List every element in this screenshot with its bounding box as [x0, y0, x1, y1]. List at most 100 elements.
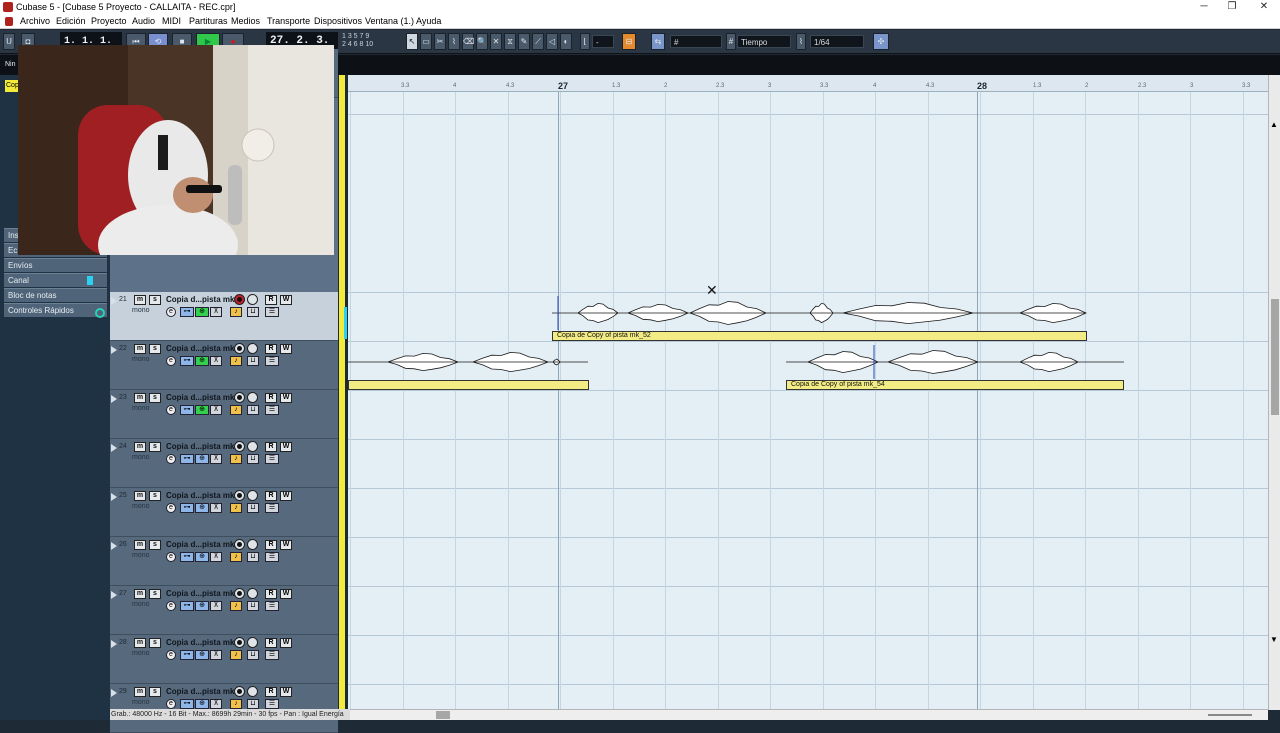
track-expand-icon[interactable]: [111, 542, 117, 550]
track-23[interactable]: 23 m s Copia d...pista mk R W mono e ⊶ ⊕…: [110, 390, 338, 439]
lock-icon[interactable]: ⊔: [247, 454, 259, 464]
time-warp-icon[interactable]: ⧖: [504, 33, 516, 50]
menu-edicion[interactable]: Edición: [56, 16, 86, 26]
maximize-button[interactable]: ❐: [1218, 0, 1246, 14]
edit-channel-button[interactable]: e: [166, 307, 176, 317]
sends-bypass-icon[interactable]: ⊼: [210, 405, 222, 415]
read-automation-button[interactable]: R: [265, 295, 277, 305]
menu-dispositivos[interactable]: Dispositivos: [314, 16, 362, 26]
inserts-bypass-icon[interactable]: ⊶: [180, 552, 194, 562]
track-name[interactable]: Copia d...pista mk: [166, 442, 234, 451]
track-name[interactable]: Copia d...pista mk: [166, 491, 234, 500]
eq-bypass-icon[interactable]: ⊕: [195, 552, 209, 562]
marker-numbers[interactable]: 1 3 5 7 92 4 6 8 10: [342, 33, 373, 49]
musical-mode-icon[interactable]: ♪: [230, 307, 242, 317]
inspector-row-envios[interactable]: Envíos: [4, 258, 107, 272]
scrub-icon[interactable]: ◐: [560, 33, 572, 50]
zoom-in-icon[interactable]: ▲: [1270, 120, 1278, 129]
track-expand-icon[interactable]: [111, 689, 117, 697]
record-enable-button[interactable]: [234, 343, 245, 354]
musical-mode-icon[interactable]: ♪: [230, 356, 242, 366]
record-enable-button[interactable]: [234, 637, 245, 648]
solo-button[interactable]: s: [149, 491, 161, 501]
mute-button[interactable]: m: [134, 540, 146, 550]
snap-to-zero-icon[interactable]: ✣: [873, 33, 889, 50]
track-name[interactable]: Copia d...pista mk: [166, 344, 234, 353]
draw-icon[interactable]: ✎: [518, 33, 530, 50]
inserts-bypass-icon[interactable]: ⊶: [180, 405, 194, 415]
edit-channel-button[interactable]: e: [166, 454, 176, 464]
constrain-icon[interactable]: ᑌ: [3, 33, 15, 50]
track-name[interactable]: Copia d...pista mk: [166, 589, 234, 598]
solo-button[interactable]: s: [149, 638, 161, 648]
track-expand-icon[interactable]: [111, 591, 117, 599]
lock-icon[interactable]: ⊔: [247, 405, 259, 415]
lanes-icon[interactable]: ☰: [265, 356, 279, 366]
inserts-bypass-icon[interactable]: ⊶: [180, 307, 194, 317]
grid-type-dropdown[interactable]: Tiempo: [737, 35, 791, 48]
inserts-bypass-icon[interactable]: ⊶: [180, 650, 194, 660]
track-28[interactable]: 28 m s Copia d...pista mk R W mono e ⊶ ⊕…: [110, 635, 338, 684]
audio-event-label-prev[interactable]: [348, 380, 589, 390]
write-automation-button[interactable]: W: [280, 295, 292, 305]
quick-controls-icon[interactable]: [95, 308, 105, 318]
quantize-icon[interactable]: ⌇: [796, 33, 806, 50]
menu-medios[interactable]: Medios: [231, 16, 260, 26]
write-automation-button[interactable]: W: [280, 540, 292, 550]
mute-button[interactable]: m: [134, 442, 146, 452]
mute-button[interactable]: m: [134, 638, 146, 648]
musical-mode-icon[interactable]: ♪: [230, 699, 242, 709]
sends-bypass-icon[interactable]: ⊼: [210, 699, 222, 709]
lock-icon[interactable]: ⊔: [247, 503, 259, 513]
quantize-dropdown[interactable]: 1/64: [810, 35, 864, 48]
arrange-window[interactable]: Copia de Copy of pista mk_52 Copia de Co…: [348, 92, 1268, 709]
record-enable-button[interactable]: [234, 441, 245, 452]
inserts-bypass-icon[interactable]: ⊶: [180, 699, 194, 709]
track-name[interactable]: Copia d...pista mk: [166, 295, 234, 304]
line-icon[interactable]: ⟋: [532, 33, 544, 50]
solo-button[interactable]: s: [149, 687, 161, 697]
musical-mode-icon[interactable]: ♪: [230, 552, 242, 562]
track-24[interactable]: 24 m s Copia d...pista mk R W mono e ⊶ ⊕…: [110, 439, 338, 488]
lanes-icon[interactable]: ☰: [265, 699, 279, 709]
menu-partituras[interactable]: Partituras: [189, 16, 228, 26]
monitor-button[interactable]: [247, 686, 258, 697]
mute-button[interactable]: m: [134, 393, 146, 403]
track-expand-icon[interactable]: [111, 444, 117, 452]
inspector-row-bloc-de-notas[interactable]: Bloc de notas: [4, 288, 107, 302]
write-automation-button[interactable]: W: [280, 589, 292, 599]
monitor-button[interactable]: [247, 637, 258, 648]
track-name[interactable]: Copia d...pista mk: [166, 687, 234, 696]
write-automation-button[interactable]: W: [280, 442, 292, 452]
nudge-dropdown[interactable]: -: [592, 35, 614, 48]
close-button[interactable]: ✕: [1250, 0, 1278, 14]
nudge-icon[interactable]: ⌊: [580, 33, 590, 50]
record-enable-button[interactable]: [234, 686, 245, 697]
play-tool-icon[interactable]: ◁: [546, 33, 558, 50]
read-automation-button[interactable]: R: [265, 638, 277, 648]
solo-button[interactable]: s: [149, 540, 161, 550]
musical-mode-icon[interactable]: ♪: [230, 650, 242, 660]
sends-bypass-icon[interactable]: ⊼: [210, 552, 222, 562]
record-enable-button[interactable]: [234, 588, 245, 599]
track-22[interactable]: 22 m s Copia d...pista mk R W mono e ⊶ ⊕…: [110, 341, 338, 390]
monitor-button[interactable]: [247, 441, 258, 452]
mute-button[interactable]: m: [134, 344, 146, 354]
lock-icon[interactable]: ⊔: [247, 699, 259, 709]
zoom-out-icon[interactable]: ▼: [1270, 635, 1278, 644]
eq-bypass-icon[interactable]: ⊕: [195, 699, 209, 709]
edit-channel-button[interactable]: e: [166, 699, 176, 709]
horizontal-scrollbar[interactable]: [350, 709, 1268, 720]
musical-mode-icon[interactable]: ♪: [230, 503, 242, 513]
read-automation-button[interactable]: R: [265, 442, 277, 452]
monitor-button[interactable]: [247, 588, 258, 599]
sends-bypass-icon[interactable]: ⊼: [210, 356, 222, 366]
record-enable-button[interactable]: [234, 539, 245, 550]
mute-button[interactable]: m: [134, 687, 146, 697]
menu-transporte[interactable]: Transporte: [267, 16, 310, 26]
vertical-scroll-thumb[interactable]: [1271, 299, 1279, 415]
horizontal-scroll-thumb[interactable]: [436, 711, 450, 719]
record-enable-button[interactable]: [234, 392, 245, 403]
glue-icon[interactable]: ⌇: [448, 33, 460, 50]
lanes-icon[interactable]: ☰: [265, 307, 279, 317]
